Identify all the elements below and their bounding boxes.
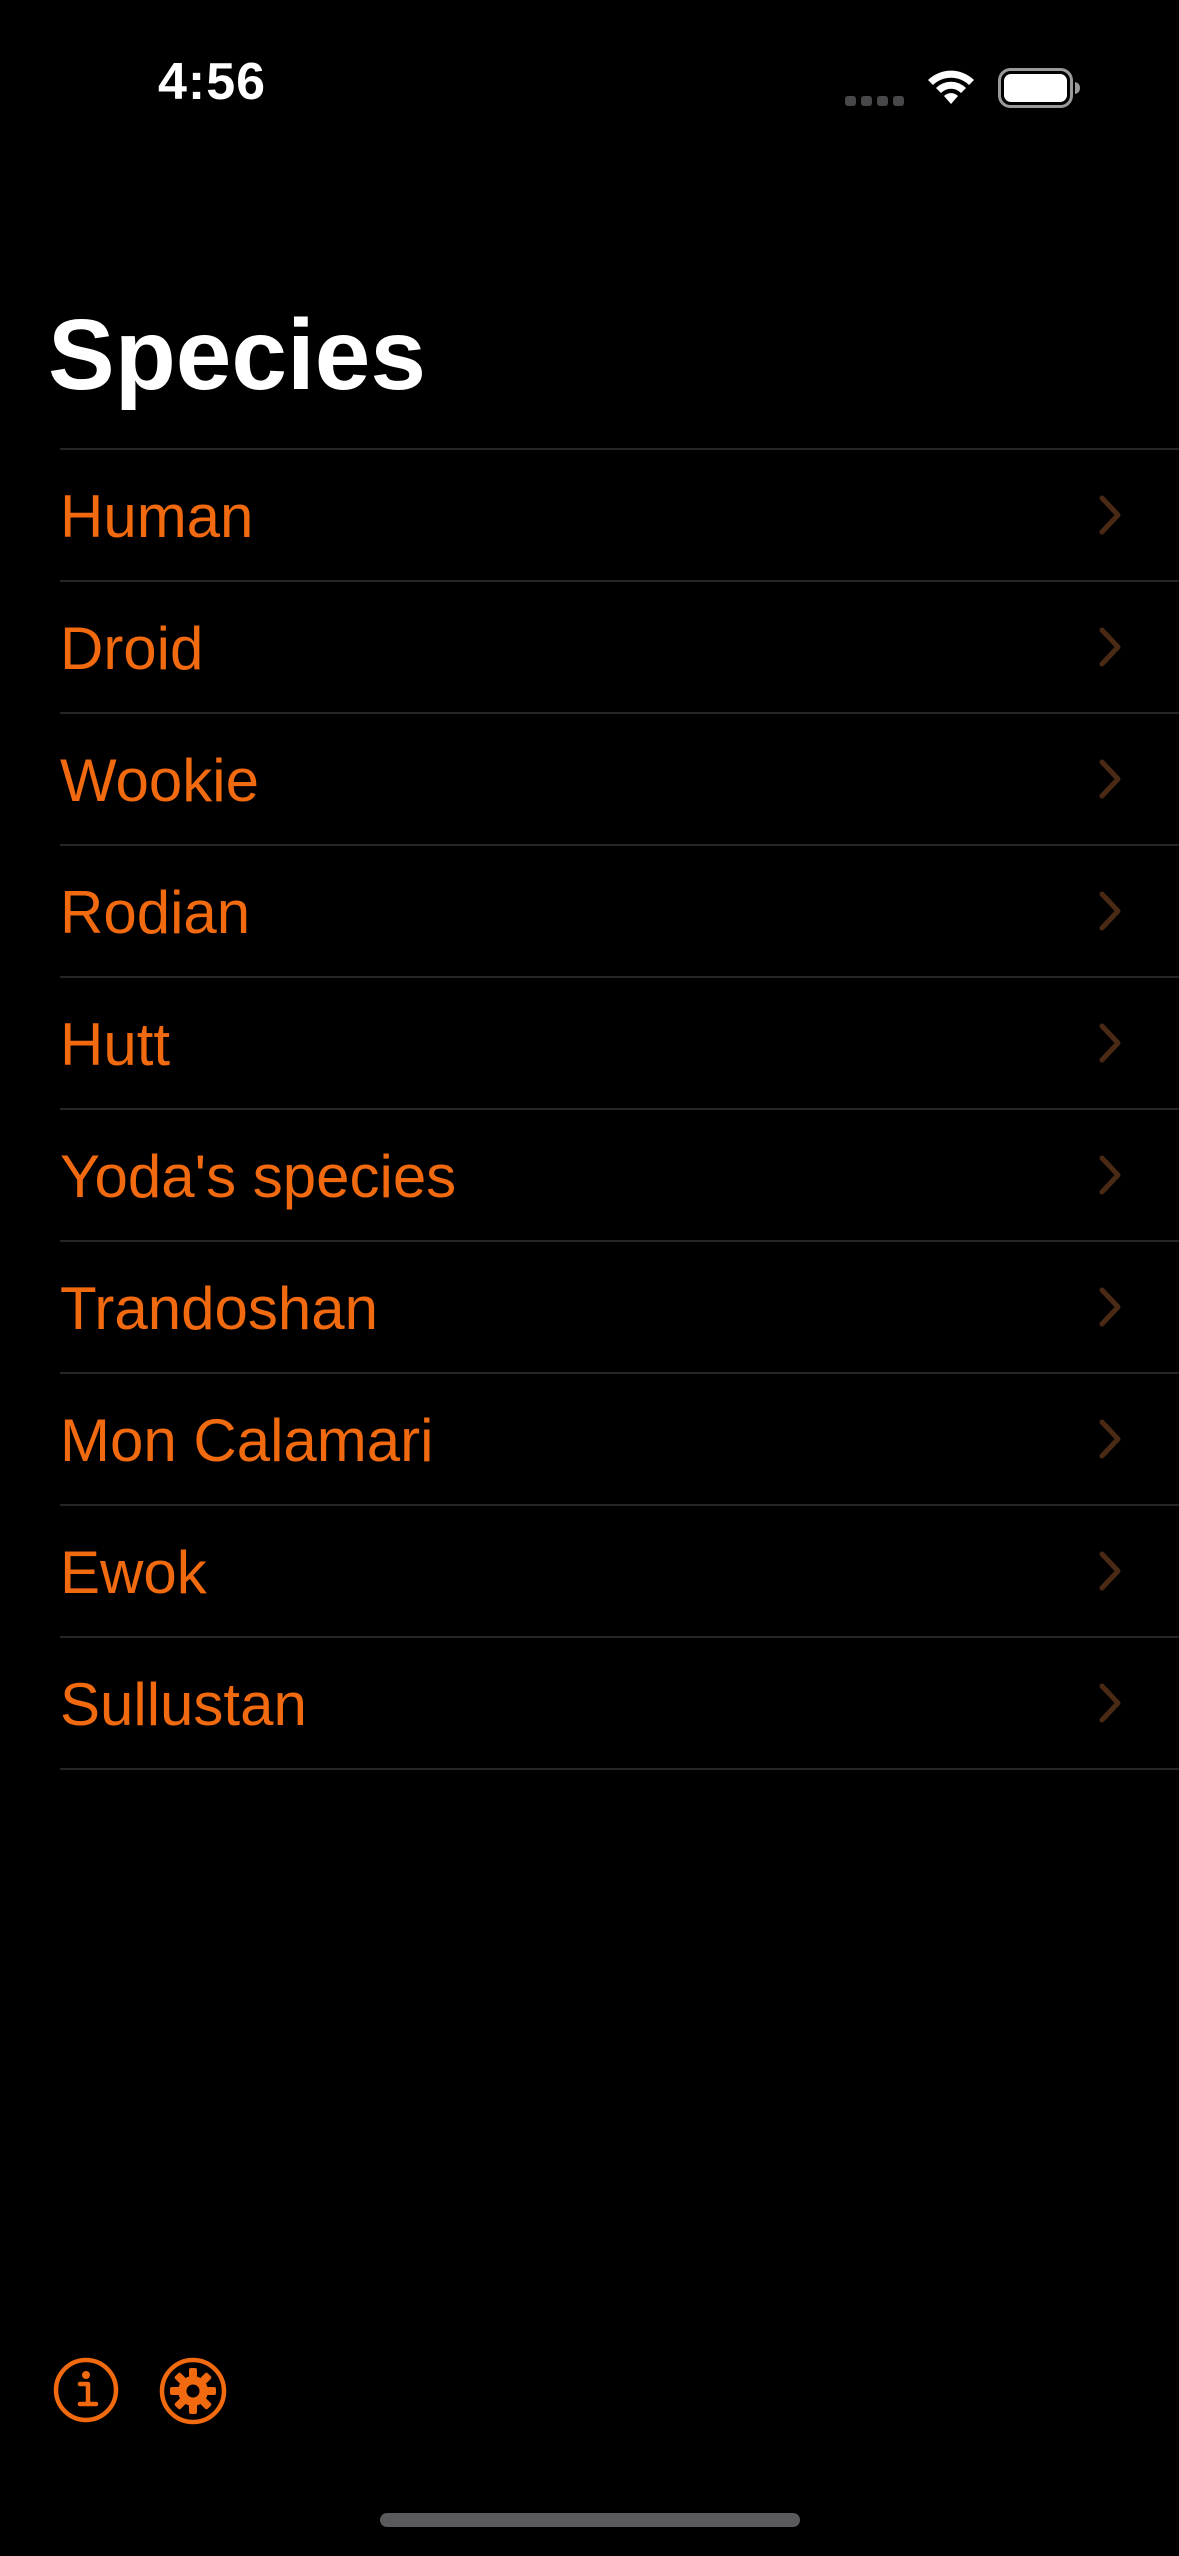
home-indicator[interactable] (380, 2513, 800, 2527)
chevron-right-icon (1099, 1683, 1121, 1723)
list-item-label: Yoda's species (60, 1143, 457, 1210)
list-item[interactable]: Mon Calamari (60, 1374, 1179, 1506)
info-icon[interactable] (52, 2356, 120, 2424)
chevron-right-icon (1099, 1551, 1121, 1591)
list-item[interactable]: Droid (60, 582, 1179, 714)
list-item[interactable]: Rodian (60, 846, 1179, 978)
chevron-right-icon (1099, 1155, 1121, 1195)
species-list: Human Droid Wookie Rodian Hutt Yoda's sp… (60, 448, 1179, 1770)
list-item-label: Droid (60, 615, 204, 682)
list-item-label: Trandoshan (60, 1275, 378, 1342)
battery-icon (998, 68, 1080, 108)
list-item[interactable]: Sullustan (60, 1638, 1179, 1770)
list-item-label: Rodian (60, 879, 251, 946)
list-item[interactable]: Ewok (60, 1506, 1179, 1638)
chevron-right-icon (1099, 1419, 1121, 1459)
chevron-right-icon (1099, 1287, 1121, 1327)
chevron-right-icon (1099, 495, 1121, 535)
chevron-right-icon (1099, 1023, 1121, 1063)
chevron-right-icon (1099, 759, 1121, 799)
wifi-icon (928, 70, 974, 104)
status-bar: 4:56 (0, 0, 1179, 150)
list-item[interactable]: Hutt (60, 978, 1179, 1110)
list-item[interactable]: Yoda's species (60, 1110, 1179, 1242)
chevron-right-icon (1099, 627, 1121, 667)
list-item[interactable]: Human (60, 450, 1179, 582)
list-item-label: Human (60, 483, 254, 550)
list-item-label: Ewok (60, 1539, 207, 1606)
page-title: Species (48, 299, 427, 411)
list-item-label: Hutt (60, 1011, 171, 1078)
gear-icon[interactable] (158, 2356, 228, 2426)
list-item-label: Wookie (60, 747, 259, 814)
status-time: 4:56 (158, 53, 267, 111)
bottom-toolbar (0, 2340, 1179, 2440)
cellular-signal-icon (845, 96, 904, 106)
list-item[interactable]: Trandoshan (60, 1242, 1179, 1374)
list-item-label: Mon Calamari (60, 1407, 434, 1474)
list-item-label: Sullustan (60, 1671, 307, 1738)
list-item[interactable]: Wookie (60, 714, 1179, 846)
chevron-right-icon (1099, 891, 1121, 931)
